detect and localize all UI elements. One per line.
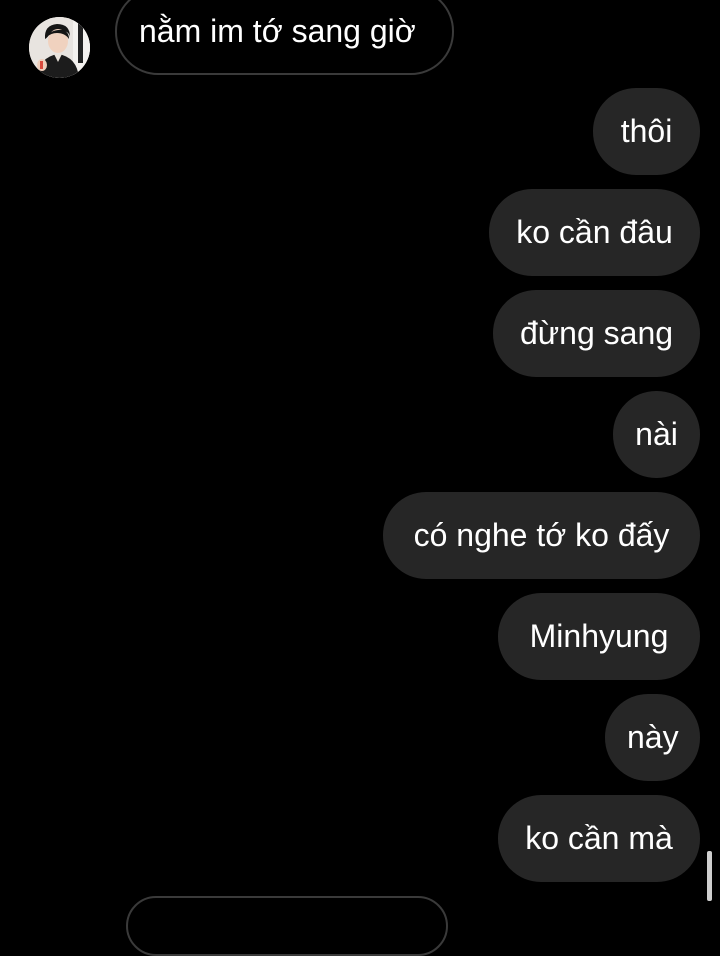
message-text: đừng sang: [519, 315, 674, 351]
incoming-message-bubble[interactable]: nằm im tớ sang giờ: [115, 0, 454, 75]
message-text: ko cần đâu: [516, 214, 673, 250]
outgoing-message-bubble[interactable]: ko cần mà: [498, 795, 700, 882]
outgoing-message-bubble[interactable]: thôi: [593, 88, 700, 175]
outgoing-message-bubble[interactable]: ko cần đâu: [489, 189, 700, 276]
avatar-photo-icon: [29, 17, 90, 78]
message-text: ko cần mà: [525, 820, 673, 856]
message-text: nài: [635, 416, 678, 452]
message-thread: nằm im tớ sang giờ thôi ko cần đâu đừng …: [0, 0, 720, 956]
outgoing-message-bubble[interactable]: này: [605, 694, 700, 781]
incoming-message-bubble-partial[interactable]: [126, 896, 448, 956]
outgoing-message-bubble[interactable]: nài: [613, 391, 700, 478]
contact-avatar[interactable]: [29, 17, 90, 78]
outgoing-message-bubble[interactable]: đừng sang: [493, 290, 700, 377]
message-text: nằm im tớ sang giờ: [139, 13, 416, 49]
message-text: này: [627, 719, 679, 755]
outgoing-message-bubble[interactable]: có nghe tớ ko đấy: [383, 492, 700, 579]
message-text: có nghe tớ ko đấy: [413, 517, 670, 553]
outgoing-message-bubble[interactable]: Minhyung: [498, 593, 700, 680]
message-text: thôi: [620, 113, 673, 149]
scrollbar-thumb[interactable]: [707, 851, 712, 901]
message-text: Minhyung: [529, 618, 669, 654]
